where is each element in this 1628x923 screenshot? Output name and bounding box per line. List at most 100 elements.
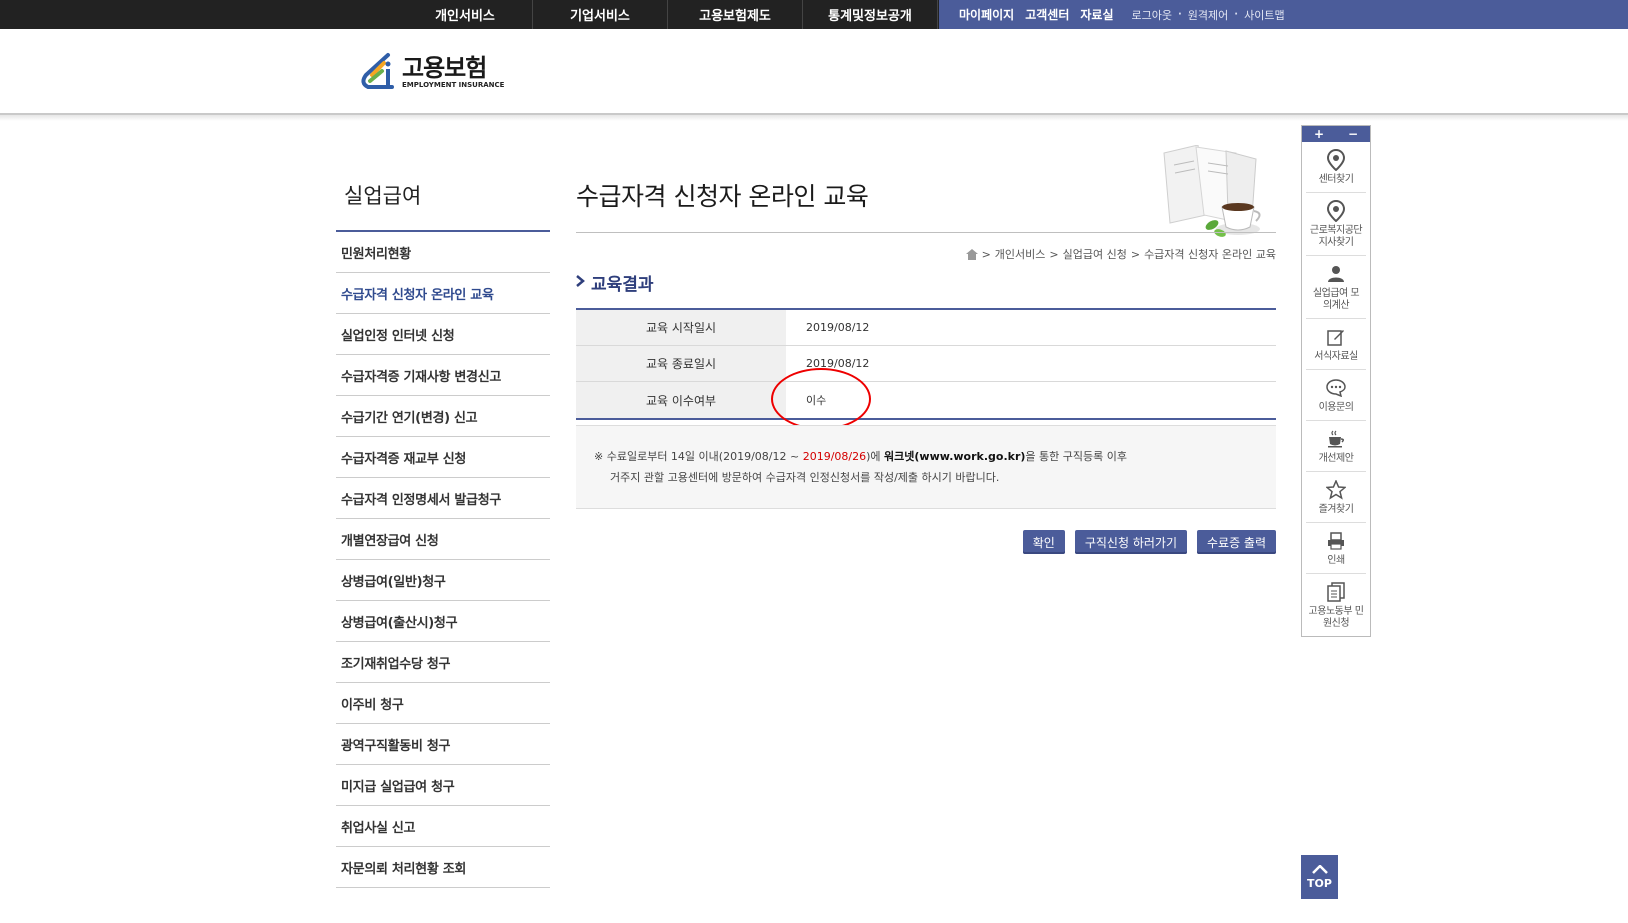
quick-item-benefit-calculator[interactable]: 실업급여 모의계산: [1306, 256, 1366, 319]
sidebar-item-sickness-maternity[interactable]: 상병급여(출산시)청구: [336, 601, 550, 642]
table-row: 교육 시작일시 2019/08/12: [576, 310, 1276, 346]
quick-item-print[interactable]: 인쇄: [1306, 523, 1366, 574]
table-row: 교육 이수여부 이수: [576, 382, 1276, 418]
quick-item-form-archive[interactable]: 서식자료실: [1306, 319, 1366, 370]
breadcrumb-separator: >: [981, 247, 991, 261]
notice-deadline-date: 2019/08/26: [802, 450, 867, 463]
row-label: 교육 시작일시: [576, 310, 786, 345]
logo-title: 고용보험: [402, 53, 487, 82]
education-result-table: 교육 시작일시 2019/08/12 교육 종료일시 2019/08/12 교육…: [576, 308, 1276, 420]
person-icon: [1325, 263, 1347, 285]
scroll-top-label: TOP: [1307, 877, 1332, 890]
sidebar-item-early-reemployment[interactable]: 조기재취업수당 청구: [336, 642, 550, 683]
chevron-up-icon: [1311, 864, 1328, 877]
quick-item-center-search[interactable]: 센터찾기: [1306, 142, 1366, 193]
menu-customer-center[interactable]: 고객센터: [1025, 6, 1069, 23]
breadcrumb: > 개인서비스 > 실업급여 신청 > 수급자격 신청자 온라인 교육: [965, 246, 1276, 262]
breadcrumb-item[interactable]: 수급자격 신청자 온라인 교육: [1144, 246, 1276, 262]
printer-icon: [1325, 530, 1347, 552]
quick-item-favorites[interactable]: 즐겨찾기: [1306, 472, 1366, 523]
utility-nav: 마이페이지 고객센터 자료실 로그아웃 · 원격제어 · 사이트맵: [939, 0, 1628, 29]
separator-dot: ·: [1234, 9, 1239, 20]
quick-item-label: 이용문의: [1318, 402, 1354, 413]
sidebar-item-reissue[interactable]: 수급자격증 재교부 신청: [336, 437, 550, 478]
top-bar: 개인서비스 기업서비스 고용보험제도 통계및정보공개 마이페이지 고객센터 자료…: [0, 0, 1628, 29]
menu-statistics[interactable]: 통계및정보공개: [803, 0, 938, 29]
document-icon: [1325, 581, 1347, 603]
print-certificate-button[interactable]: 수료증 출력: [1196, 530, 1276, 554]
breadcrumb-item[interactable]: 개인서비스: [995, 246, 1046, 262]
sidebar-item-extension-report[interactable]: 수급기간 연기(변경) 신고: [336, 396, 550, 437]
site-logo[interactable]: 고용보험 EMPLOYMENT INSURANCE: [358, 51, 504, 93]
notice-text: 을 통한 구직등록 이후: [1025, 450, 1127, 463]
separator-dot: ·: [1177, 9, 1182, 20]
document-coffee-illustration: [1156, 144, 1271, 240]
global-nav: 개인서비스 기업서비스 고용보험제도 통계및정보공개 마이페이지 고객센터 자료…: [398, 0, 1628, 29]
sidebar-item-online-education[interactable]: 수급자격 신청자 온라인 교육: [336, 273, 550, 314]
sidebar-item-change-report[interactable]: 수급자격증 기재사항 변경신고: [336, 355, 550, 396]
menu-corporate-service[interactable]: 기업서비스: [533, 0, 668, 29]
quick-item-label: 개선제안: [1318, 453, 1354, 464]
highlight-circle: [771, 368, 871, 430]
sidebar-item-extended-benefit[interactable]: 개별연장급여 신청: [336, 519, 550, 560]
table-row: 교육 종료일시 2019/08/12: [576, 346, 1276, 382]
notice-worknet-link: 워크넷(www.work.go.kr): [884, 450, 1026, 463]
row-value: 2019/08/12: [806, 357, 870, 370]
sidebar-item-internet-application[interactable]: 실업인정 인터넷 신청: [336, 314, 550, 355]
zoom-in-button[interactable]: +: [1314, 127, 1324, 141]
quick-item-ministry-complaint[interactable]: 고용노동부 민원신청: [1306, 574, 1366, 636]
section-title: 교육결과: [576, 270, 654, 295]
star-icon: [1325, 479, 1347, 501]
quick-item-label: 고용노동부 민원신청: [1308, 606, 1364, 629]
location-pin-icon: [1325, 149, 1347, 171]
edit-icon: [1325, 326, 1347, 348]
sitemap-link[interactable]: 사이트맵: [1244, 7, 1284, 23]
quick-item-label: 인쇄: [1327, 555, 1345, 566]
zoom-out-button[interactable]: −: [1348, 127, 1358, 141]
home-icon[interactable]: [965, 248, 978, 260]
sidebar-item-complaint-status[interactable]: 민원처리현황: [336, 232, 550, 273]
page-title: 수급자격 신청자 온라인 교육: [576, 182, 869, 211]
breadcrumb-separator: >: [1130, 247, 1141, 261]
quick-item-label: 실업급여 모의계산: [1312, 288, 1360, 311]
menu-archive[interactable]: 자료실: [1080, 6, 1113, 23]
scroll-top-button[interactable]: TOP: [1301, 855, 1338, 899]
sidebar-item-sickness-general[interactable]: 상병급여(일반)청구: [336, 560, 550, 601]
notice-line-2: 거주지 관할 고용센터에 방문하여 수급자격 인정신청서를 작성/제출 하시기 …: [610, 471, 1000, 484]
quick-item-label: 서식자료실: [1314, 351, 1358, 362]
action-buttons: 확인 구직신청 하러가기 수료증 출력: [1013, 530, 1276, 554]
sidebar-item-employment-report[interactable]: 취업사실 신고: [336, 806, 550, 847]
sidebar-item-advisory-status[interactable]: 자문의뢰 처리현황 조회: [336, 847, 550, 888]
remote-control-link[interactable]: 원격제어: [1188, 7, 1228, 23]
quick-item-branch-search[interactable]: 근로복지공단 지사찾기: [1306, 193, 1366, 256]
sidebar-item-job-search-expense[interactable]: 광역구직활동비 청구: [336, 724, 550, 765]
menu-mypage[interactable]: 마이페이지: [959, 6, 1014, 23]
menu-insurance-system[interactable]: 고용보험제도: [668, 0, 803, 29]
confirm-button[interactable]: 확인: [1022, 530, 1065, 554]
row-value: 2019/08/12: [806, 321, 870, 334]
quick-item-inquiry[interactable]: 이용문의: [1306, 370, 1366, 421]
sidebar-title: 실업급여: [336, 170, 550, 232]
notice-line-1: ※ 수료일로부터 14일 이내(2019/08/12 ~ 2019/08/26)…: [594, 446, 1276, 467]
notice-mark: ※: [594, 450, 604, 463]
sidebar-item-moving-expense[interactable]: 이주비 청구: [336, 683, 550, 724]
sidebar: 실업급여 민원처리현황 수급자격 신청자 온라인 교육 실업인정 인터넷 신청 …: [336, 170, 550, 888]
chevron-right-icon: [576, 274, 585, 291]
sidebar-item-unpaid-benefit[interactable]: 미지급 실업급여 청구: [336, 765, 550, 806]
logo-mark-icon: [358, 51, 398, 93]
quick-item-label: 즐겨찾기: [1318, 504, 1354, 515]
coffee-icon: [1325, 428, 1347, 450]
quick-item-label: 근로복지공단 지사찾기: [1309, 225, 1363, 248]
logout-link[interactable]: 로그아웃: [1132, 7, 1172, 23]
breadcrumb-item[interactable]: 실업급여 신청: [1063, 246, 1127, 262]
job-apply-button[interactable]: 구직신청 하러가기: [1074, 530, 1187, 554]
notice-text: 수료일로부터 14일 이내(2019/08/12 ~: [606, 450, 803, 463]
chat-icon: [1325, 377, 1347, 399]
header-shadow: [0, 115, 1628, 121]
row-label: 교육 종료일시: [576, 346, 786, 381]
sidebar-item-statement-request[interactable]: 수급자격 인정명세서 발급청구: [336, 478, 550, 519]
location-pin-icon: [1325, 200, 1347, 222]
menu-personal-service[interactable]: 개인서비스: [398, 0, 533, 29]
quick-item-label: 센터찾기: [1318, 174, 1354, 185]
quick-item-suggestion[interactable]: 개선제안: [1306, 421, 1366, 472]
